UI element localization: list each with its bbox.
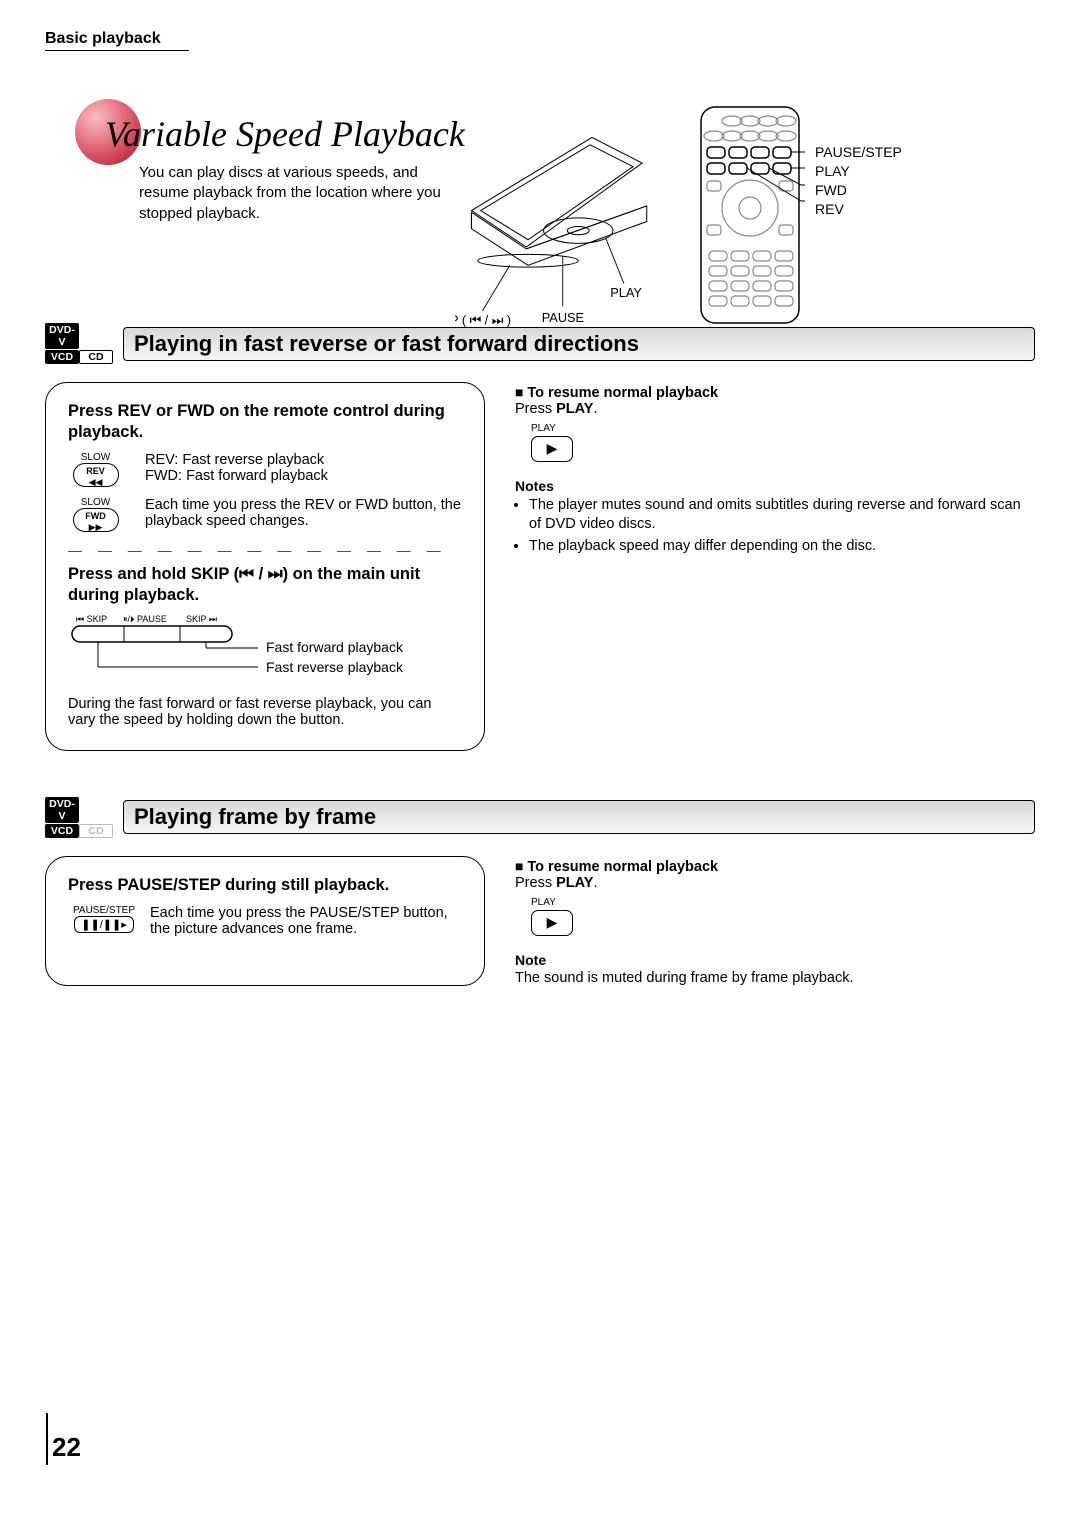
s1-instruction-2: Press and hold SKIP (⏮ / ⏭) on the main …: [68, 564, 462, 605]
strip-label-left: ⏮ SKIP: [76, 614, 107, 624]
rev-slow-label: SLOW: [81, 452, 110, 463]
player-pause-label: PAUSE: [542, 310, 584, 325]
s1-note-holding: During the fast forward or fast reverse …: [68, 696, 462, 728]
pausestep-label: PAUSE/STEP: [68, 905, 140, 916]
media-badges: DVD-V VCD CD: [45, 323, 113, 364]
section2-panel: Press PAUSE/STEP during still playback. …: [45, 856, 485, 986]
play-key-illustration-2: PLAY ▶: [531, 897, 1035, 936]
square-bullet-icon: ■: [515, 384, 527, 400]
rev-desc-2: FWD: Fast forward playback: [145, 468, 462, 484]
page-number-rule: [46, 1413, 48, 1465]
badge-cd: CD: [79, 350, 113, 364]
play-key-icon-2: ▶: [531, 910, 573, 936]
remote-label-pausestep: PAUSE/STEP: [815, 143, 902, 162]
remote-label-fwd: FWD: [815, 181, 902, 200]
strip-label-mid: ⏸/⏵ PAUSE: [123, 614, 167, 624]
rev-key-label: REV: [86, 466, 105, 476]
pausestep-key-illustration: PAUSE/STEP ❚❚/❚❚▸: [68, 905, 140, 933]
s2-note-1: The sound is muted during frame by frame…: [515, 970, 1035, 986]
s1-note-1: The player mutes sound and omits subtitl…: [529, 496, 1035, 534]
badge2-vcd: VCD: [45, 824, 79, 838]
callout-frev: Fast reverse playback: [266, 659, 404, 675]
section2-right: ■ To resume normal playback Press PLAY. …: [515, 856, 1035, 986]
breadcrumb-underline: [45, 50, 189, 51]
divider: — — — — — — — — — — — — —: [68, 542, 462, 558]
section1-body: Press REV or FWD on the remote control d…: [45, 382, 1035, 751]
s1-notes-head: Notes: [515, 478, 1035, 494]
remote-illustration: [695, 103, 805, 333]
remote-label-play: PLAY: [815, 162, 902, 181]
s1-instruction-1: Press REV or FWD on the remote control d…: [68, 401, 462, 442]
s2-resume-body: Press PLAY.: [515, 875, 1035, 891]
s1-resume-body: Press PLAY.: [515, 401, 1035, 417]
fwd-key-label: FWD: [85, 511, 106, 521]
s2-note-head: Note: [515, 952, 1035, 968]
media-badges-2: DVD-V VCD CD: [45, 797, 113, 838]
s2-instruction-1: Press PAUSE/STEP during still playback.: [68, 875, 462, 896]
fwd-slow-label: SLOW: [81, 497, 110, 508]
rev-desc-1: REV: Fast reverse playback: [145, 452, 462, 468]
square-bullet-icon-2: ■: [515, 858, 527, 874]
section2-title: Playing frame by frame: [123, 800, 1035, 834]
fwd-desc: Each time you press the REV or FWD butto…: [145, 497, 462, 529]
skip-strip-illustration: ⏮ SKIP ⏸/⏵ PAUSE SKIP ⏭ Fast forward pla…: [68, 612, 462, 686]
section1-right: ■ To resume normal playback Press PLAY. …: [515, 382, 1035, 751]
play-key-label: PLAY: [531, 423, 1035, 434]
breadcrumb: Basic playback: [45, 30, 1035, 51]
intro-text: You can play discs at various speeds, an…: [139, 163, 449, 224]
page-title: Variable Speed Playback: [105, 113, 465, 155]
badge2-cd: CD: [79, 824, 113, 838]
s1-resume-head: To resume normal playback: [527, 385, 718, 401]
fwd-key-illustration: SLOW FWD▶▶: [68, 497, 123, 532]
pausestep-key-icon: ❚❚/❚❚▸: [74, 916, 133, 933]
pausestep-row: PAUSE/STEP ❚❚/❚❚▸ Each time you press th…: [68, 905, 462, 937]
rev-key-illustration: SLOW REV◀◀: [68, 452, 123, 487]
top-area: Variable Speed Playback You can play dis…: [45, 63, 1035, 323]
play-key-icon: ▶: [531, 436, 573, 462]
fwd-key-row: SLOW FWD▶▶ Each time you press the REV o…: [68, 497, 462, 532]
badge-vcd: VCD: [45, 350, 79, 364]
play-key-illustration: PLAY ▶: [531, 423, 1035, 462]
section1-panel: Press REV or FWD on the remote control d…: [45, 382, 485, 751]
section2: DVD-V VCD CD Playing frame by frame Pres…: [45, 797, 1035, 986]
s1-note-2: The playback speed may differ depending …: [529, 537, 1035, 556]
section2-body: Press PAUSE/STEP during still playback. …: [45, 856, 1035, 986]
play-key-label-2: PLAY: [531, 897, 1035, 908]
page-number: 22: [52, 1432, 81, 1463]
player-play-label: PLAY: [610, 285, 642, 300]
pausestep-desc: Each time you press the PAUSE/STEP butto…: [150, 905, 462, 937]
remote-label-list: PAUSE/STEP PLAY FWD REV: [815, 143, 902, 219]
rev-key-row: SLOW REV◀◀ REV: Fast reverse playback FW…: [68, 452, 462, 487]
badge-dvdv: DVD-V: [45, 323, 79, 349]
section2-head: DVD-V VCD CD Playing frame by frame: [45, 797, 1035, 838]
remote-label-rev: REV: [815, 200, 902, 219]
player-illustration: PLAY PAUSE SKIP ( ⏮ / ⏭ ): [455, 109, 665, 344]
s1-notes-list: The player mutes sound and omits subtitl…: [515, 496, 1035, 556]
callout-ffwd: Fast forward playback: [266, 639, 404, 655]
player-skip-label: SKIP ( ⏮ / ⏭ ): [455, 313, 511, 328]
s2-resume-head: To resume normal playback: [527, 859, 718, 875]
strip-label-right: SKIP ⏭: [186, 614, 217, 624]
breadcrumb-text: Basic playback: [45, 30, 161, 47]
badge2-dvdv: DVD-V: [45, 797, 79, 823]
